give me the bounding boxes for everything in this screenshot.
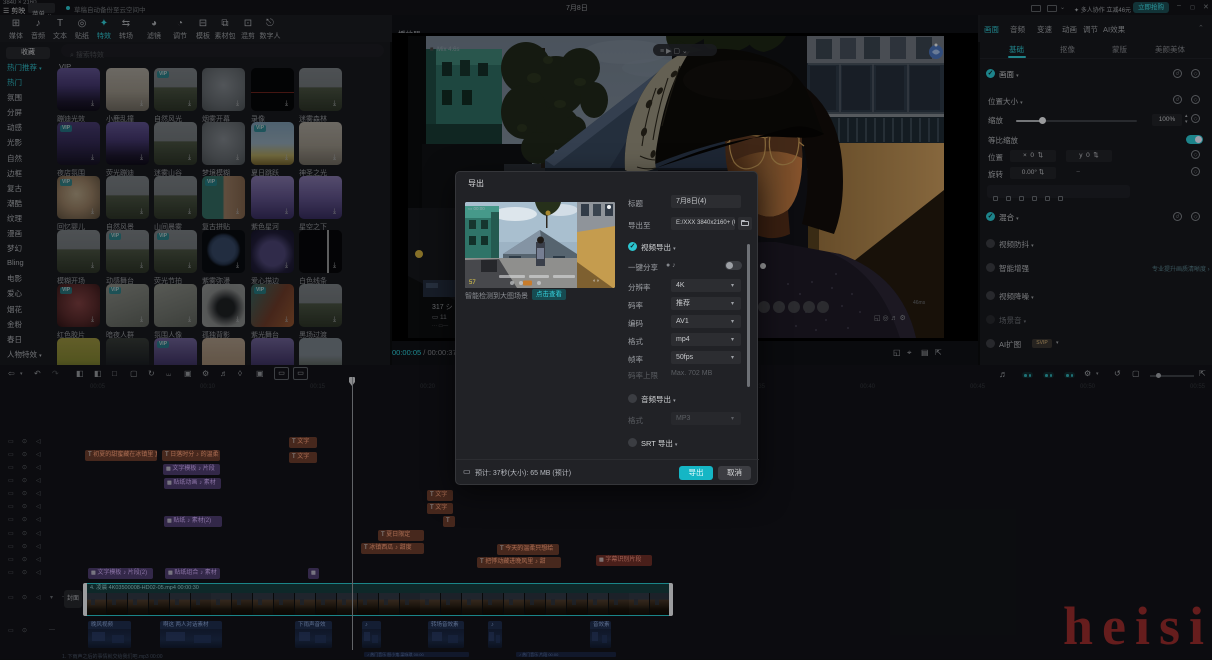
svg-text:▭ 00:00: ▭ 00:00 [468,206,485,211]
svg-text:57: 57 [469,280,476,286]
svg-text:◐◑: ◐◑ [593,278,599,284]
